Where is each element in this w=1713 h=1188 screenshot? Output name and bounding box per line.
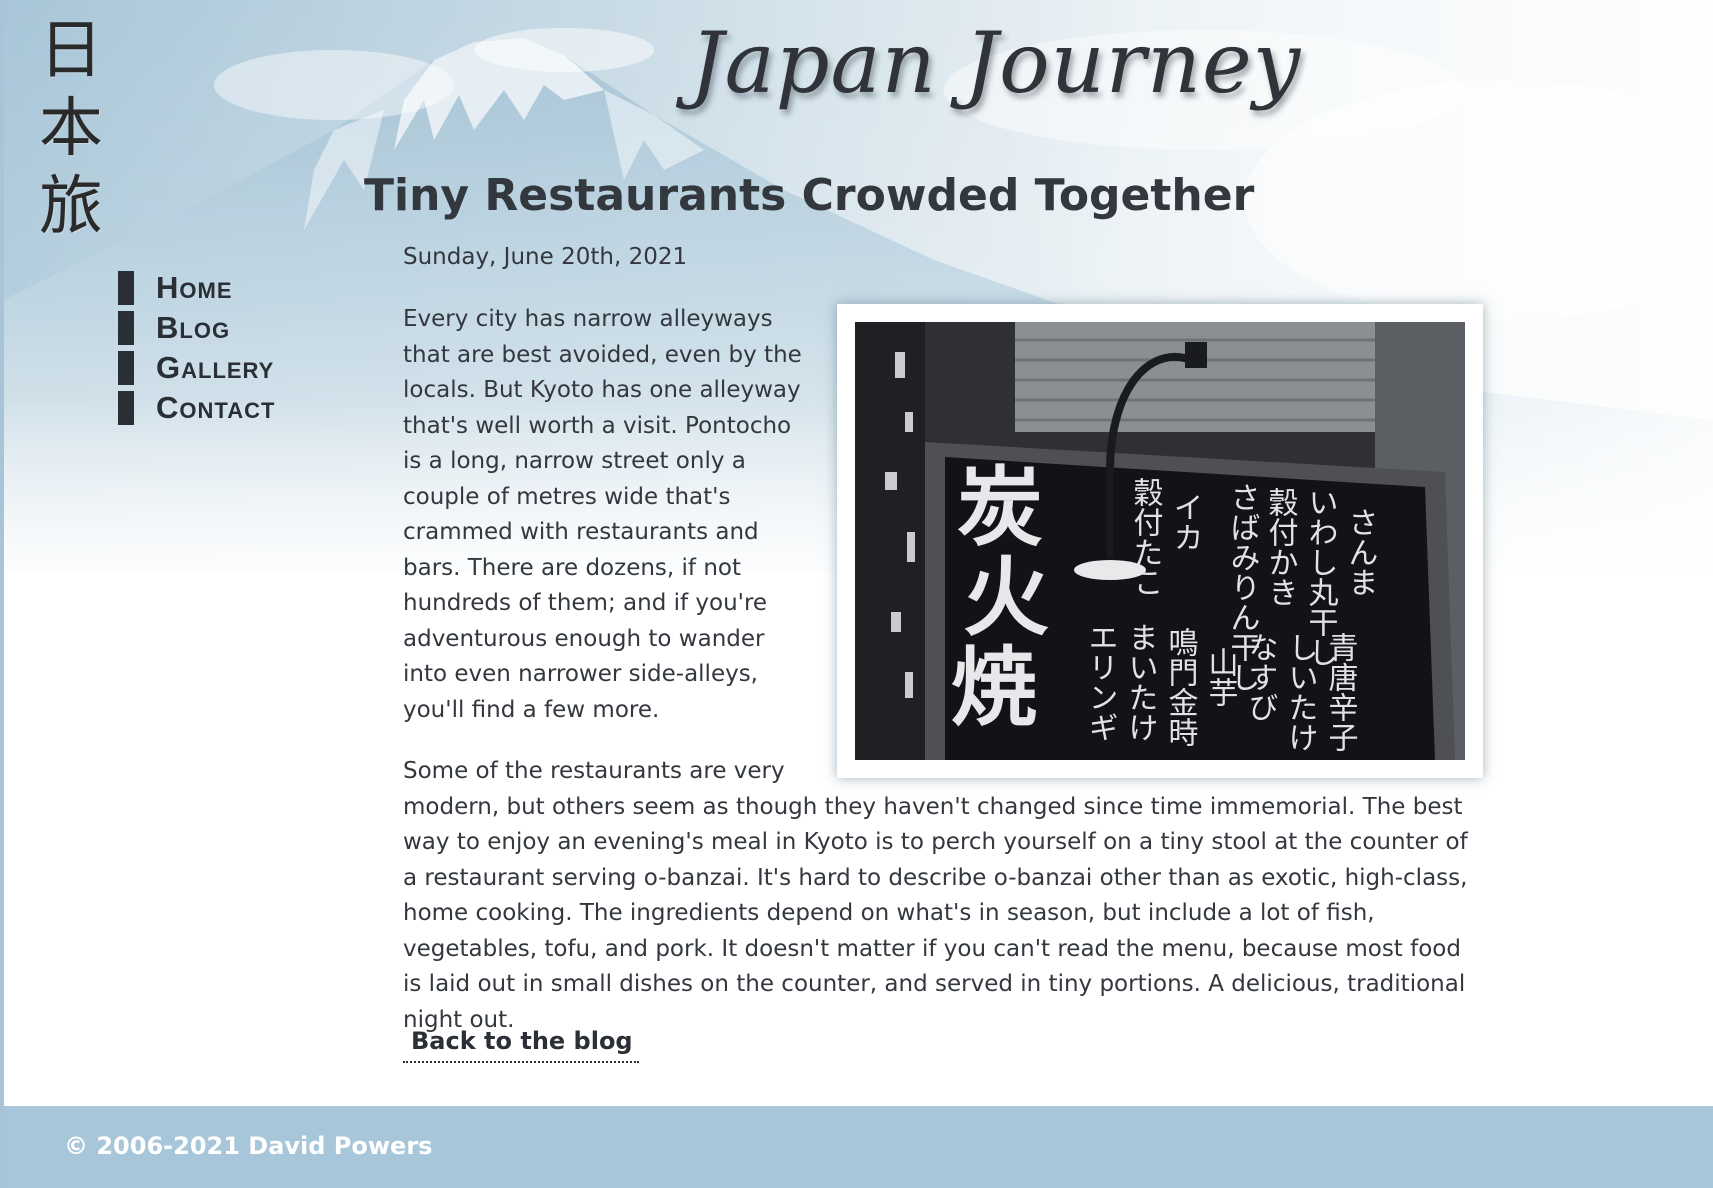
sign-menu-low-2: しいたけ bbox=[1283, 632, 1318, 752]
nav-label-home: Home bbox=[156, 270, 233, 305]
nav-item-blog[interactable]: Blog bbox=[118, 308, 275, 348]
article-paragraph-2: Some of the restaurants are very modern,… bbox=[403, 758, 1468, 1033]
nav-marker bbox=[118, 391, 134, 425]
site-title: Japan Journey bbox=[690, 14, 1302, 112]
nav-label-blog: Blog bbox=[156, 310, 231, 345]
nav-item-home[interactable]: Home bbox=[118, 268, 275, 308]
sign-menu-low-6: まいたけ bbox=[1123, 622, 1158, 742]
footer: © 2006-2021 David Powers bbox=[4, 1106, 1713, 1188]
sign-char-2: 火 bbox=[963, 547, 1049, 648]
nav-label-gallery: Gallery bbox=[156, 350, 275, 385]
sign-menu-low-3: なすび bbox=[1243, 632, 1278, 722]
article-body: 炭 火 焼 さんま いわし丸干し 穀付かき さばみりん干し イカ 穀付たこ 青唐… bbox=[403, 302, 1483, 1064]
nav-marker bbox=[118, 311, 134, 345]
sign-menu-col-6: 穀付たこ bbox=[1128, 477, 1164, 597]
nav-item-contact[interactable]: Contact bbox=[118, 388, 275, 428]
sign-char-1: 炭 bbox=[957, 457, 1043, 558]
sign-menu-col-3: 穀付かき bbox=[1263, 487, 1299, 607]
post-date: Sunday, June 20th, 2021 bbox=[403, 244, 688, 270]
logo-kanji-2: 本 bbox=[39, 92, 103, 166]
restaurant-sign-photo: 炭 火 焼 さんま いわし丸干し 穀付かき さばみりん干し イカ 穀付たこ 青唐… bbox=[855, 322, 1465, 760]
sign-menu-low-1: 青唐辛子 bbox=[1323, 632, 1359, 752]
back-to-blog-link[interactable]: Back to the blog bbox=[403, 1027, 639, 1063]
nav-marker bbox=[118, 271, 134, 305]
logo-kanji-3: 旅 bbox=[39, 170, 103, 244]
sign-menu-col-1: さんま bbox=[1343, 507, 1378, 597]
main-nav: Home Blog Gallery Contact bbox=[118, 268, 275, 428]
nav-marker bbox=[118, 351, 134, 385]
logo-kanji-1: 日 bbox=[39, 14, 103, 88]
sign-char-3: 焼 bbox=[951, 637, 1037, 738]
sign-menu-low-7: エリンギ bbox=[1083, 622, 1118, 742]
kanji-logo: 日 本 旅 bbox=[28, 12, 114, 246]
photo-frame: 炭 火 焼 さんま いわし丸干し 穀付かき さばみりん干し イカ 穀付たこ 青唐… bbox=[837, 304, 1483, 778]
sign-menu-low-4: 山芋 bbox=[1203, 647, 1238, 707]
sign-menu-low-5: 鳴門金時 bbox=[1163, 627, 1199, 747]
footer-copyright: © 2006-2021 David Powers bbox=[64, 1132, 433, 1160]
nav-label-contact: Contact bbox=[156, 390, 276, 425]
sign-menu-col-5: イカ bbox=[1168, 492, 1203, 552]
nav-item-gallery[interactable]: Gallery bbox=[118, 348, 275, 388]
page-title: Tiny Restaurants Crowded Together bbox=[364, 170, 1255, 221]
